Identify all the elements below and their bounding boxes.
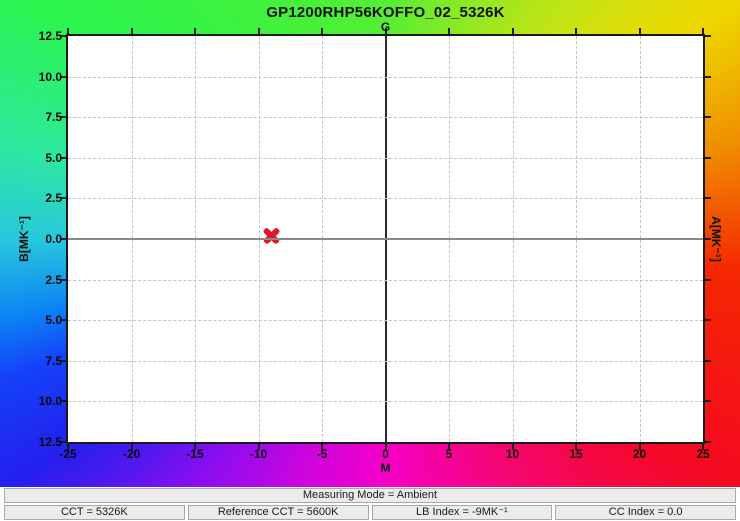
zero-line-horizontal: [68, 238, 703, 240]
x-axis-tick-top: [67, 28, 69, 34]
y-tick-label: 2.5: [0, 190, 62, 206]
color-meter-screen: GP1200RHP56KOFFO_02_5326K G B[MK⁻¹] A[MK…: [0, 0, 740, 521]
y-gridline: [68, 117, 703, 118]
y-gridline: [68, 320, 703, 321]
y-axis-tick-right: [705, 441, 711, 443]
y-axis-tick-right: [705, 279, 711, 281]
y-gridline: [68, 401, 703, 402]
y-axis-tick-right: [705, 157, 711, 159]
y-tick-label: 12.5: [0, 28, 62, 44]
cct-readout: CCT = 5326K: [4, 505, 185, 520]
y-axis-tick-right: [705, 319, 711, 321]
plot-grid: [68, 36, 703, 442]
x-tick-label: 20: [633, 447, 646, 461]
x-axis-tick-top: [194, 28, 196, 34]
y-gridline: [68, 198, 703, 199]
x-axis-tick-top: [512, 28, 514, 34]
x-axis-tick-top: [321, 28, 323, 34]
y-gridline: [68, 280, 703, 281]
measuring-mode-bar: Measuring Mode = Ambient: [4, 488, 736, 503]
status-readout-row: CCT = 5326K Reference CCT = 5600K LB Ind…: [4, 505, 736, 520]
y-tick-label: 5.0: [0, 150, 62, 166]
y-axis-tick-right: [705, 35, 711, 37]
measurement-marker: [262, 226, 281, 245]
lb-index-readout: LB Index = -9MK⁻¹: [372, 505, 553, 520]
x-tick-label: 0: [382, 447, 389, 461]
x-axis-tick-top: [448, 28, 450, 34]
y-tick-label: 10.0: [0, 69, 62, 85]
x-tick-label: 25: [696, 447, 709, 461]
x-tick-label: 10: [506, 447, 519, 461]
cc-index-readout: CC Index = 0.0: [555, 505, 736, 520]
x-axis-tick-top: [702, 28, 704, 34]
y-gridline: [68, 77, 703, 78]
y-tick-label: 5.0: [0, 312, 62, 328]
y-tick-label: 12.5: [0, 434, 62, 450]
x-tick-label: -20: [123, 447, 140, 461]
x-tick-label: -10: [250, 447, 267, 461]
y-gridline: [68, 158, 703, 159]
y-axis-tick-right: [705, 360, 711, 362]
x-axis-tick-top: [639, 28, 641, 34]
y-gridline: [68, 361, 703, 362]
x-tick-label: 15: [569, 447, 582, 461]
y-axis-tick-right: [705, 76, 711, 78]
y-axis-tick-right: [705, 400, 711, 402]
y-axis-tick-right: [705, 116, 711, 118]
a-axis-label: A[MK⁻¹]: [709, 216, 723, 262]
reference-cct-readout: Reference CCT = 5600K: [188, 505, 369, 520]
chart-title: GP1200RHP56KOFFO_02_5326K: [70, 4, 701, 21]
x-axis-tick-top: [575, 28, 577, 34]
y-tick-label: 10.0: [0, 393, 62, 409]
y-tick-label: 7.5: [0, 109, 62, 125]
plot-area: [66, 34, 705, 444]
x-axis-tick-top: [258, 28, 260, 34]
y-tick-label: 2.5: [0, 272, 62, 288]
y-axis-tick-right: [705, 197, 711, 199]
x-tick-label: 5: [446, 447, 453, 461]
m-axis-label: M: [70, 461, 701, 475]
y-tick-label: 0.0: [0, 231, 62, 247]
x-tick-label: -15: [186, 447, 203, 461]
y-tick-label: 7.5: [0, 353, 62, 369]
color-gamut-gradient-background: GP1200RHP56KOFFO_02_5326K G B[MK⁻¹] A[MK…: [0, 0, 740, 487]
x-axis-tick-top: [131, 28, 133, 34]
y-axis-tick-right: [705, 238, 711, 240]
x-tick-label: -5: [317, 447, 328, 461]
x-axis-tick-top: [385, 28, 387, 34]
